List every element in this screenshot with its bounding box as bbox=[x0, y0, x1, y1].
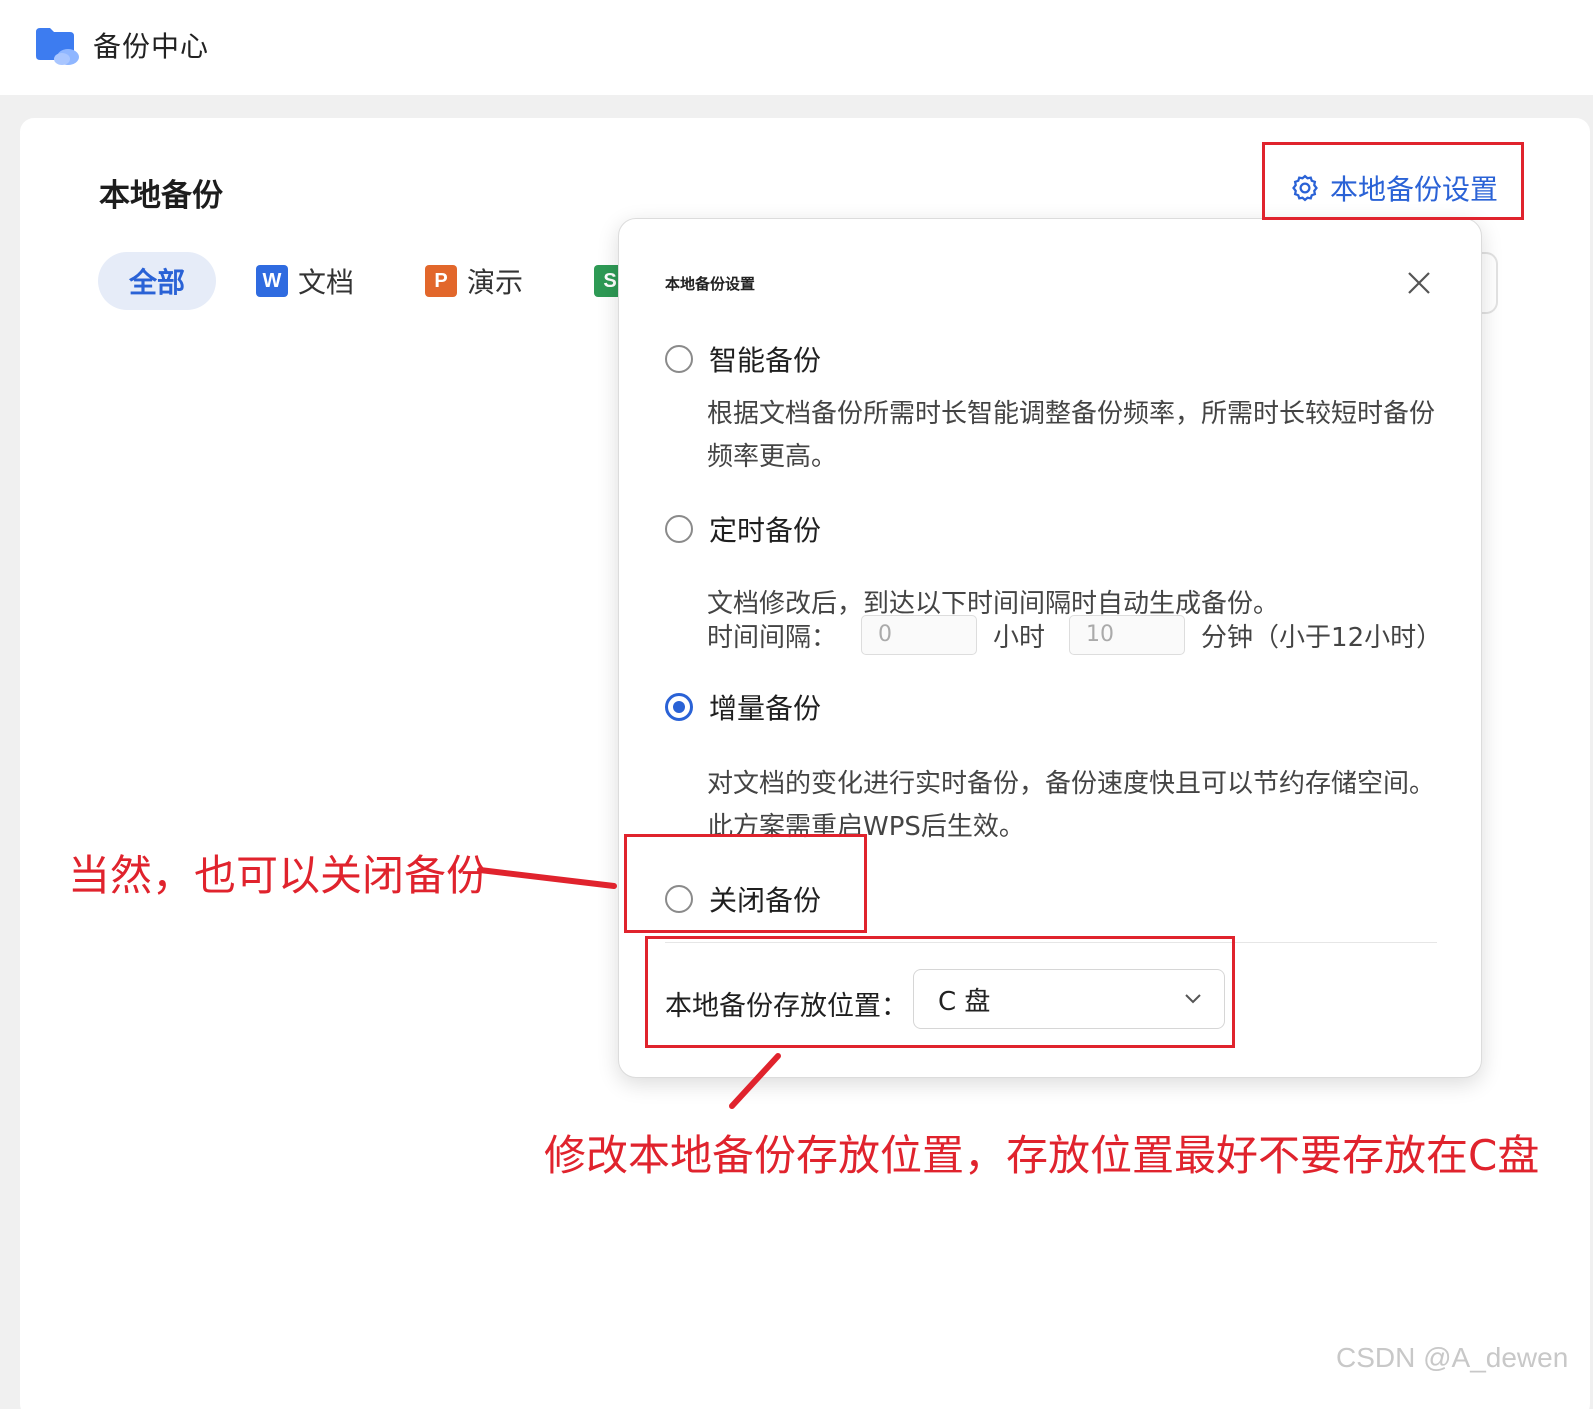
incremental-backup-description: 对文档的变化进行实时备份，备份速度快且可以节约存储空间。此方案需重启WPS后生效… bbox=[707, 769, 1436, 842]
watermark: CSDN @A_dewen bbox=[1336, 1342, 1569, 1373]
option-disable-backup[interactable]: 关闭备份 bbox=[665, 879, 821, 919]
location-select[interactable]: C 盘 bbox=[913, 969, 1225, 1029]
settings-link-label: 本地备份设置 bbox=[1330, 173, 1499, 206]
option-incremental-backup-label: 增量备份 bbox=[709, 692, 822, 725]
hours-input[interactable]: 0 bbox=[861, 615, 978, 655]
tab-presentations-label: 演示 bbox=[467, 266, 524, 299]
radio-incremental-backup[interactable] bbox=[665, 693, 693, 721]
word-icon: W bbox=[256, 265, 288, 297]
top-bar: 备份中心 bbox=[0, 0, 1593, 95]
hours-unit: 小时 bbox=[993, 622, 1046, 653]
tab-all-label: 全部 bbox=[128, 266, 185, 299]
tab-all[interactable]: 全部 bbox=[98, 252, 216, 310]
annotation-close-backup: 当然，也可以关闭备份 bbox=[68, 851, 489, 900]
tab-documents[interactable]: W 文档 bbox=[256, 252, 354, 310]
backup-settings-dialog: 本地备份设置 智能备份 根据文档备份所需时长智能调整备份频率，所需时长较短时备份… bbox=[618, 218, 1482, 1078]
interval-label: 时间间隔： bbox=[707, 622, 838, 653]
minutes-unit: 分钟（小于12小时） bbox=[1201, 622, 1443, 653]
radio-disable-backup[interactable] bbox=[665, 885, 693, 913]
option-smart-backup[interactable]: 智能备份 bbox=[665, 339, 821, 379]
page-title: 本地备份 bbox=[99, 178, 223, 214]
gear-icon bbox=[1292, 174, 1318, 202]
radio-scheduled-backup[interactable] bbox=[665, 515, 693, 543]
location-label: 本地备份存放位置： bbox=[665, 991, 908, 1022]
app-title: 备份中心 bbox=[93, 30, 210, 63]
interval-row: 时间间隔： 0 小时 10 分钟（小于12小时） bbox=[707, 615, 1442, 655]
option-scheduled-backup[interactable]: 定时备份 bbox=[665, 509, 821, 549]
divider bbox=[665, 942, 1437, 943]
folder-cloud-icon bbox=[36, 28, 79, 65]
option-smart-backup-label: 智能备份 bbox=[709, 344, 822, 377]
local-backup-settings-link[interactable]: 本地备份设置 bbox=[1290, 170, 1498, 206]
radio-smart-backup[interactable] bbox=[665, 345, 693, 373]
option-disable-backup-label: 关闭备份 bbox=[709, 884, 822, 917]
tab-presentations[interactable]: P 演示 bbox=[425, 252, 523, 310]
dialog-title: 本地备份设置 bbox=[665, 275, 756, 293]
presentation-icon: P bbox=[425, 265, 457, 297]
minutes-input[interactable]: 10 bbox=[1069, 615, 1186, 655]
smart-backup-description: 根据文档备份所需时长智能调整备份频率，所需时长较短时备份频率更高。 bbox=[707, 399, 1436, 472]
annotation-location: 修改本地备份存放位置，存放位置最好不要存放在C盘 bbox=[544, 1131, 1540, 1180]
option-incremental-backup[interactable]: 增量备份 bbox=[665, 687, 821, 727]
tab-documents-label: 文档 bbox=[298, 266, 355, 299]
option-scheduled-backup-label: 定时备份 bbox=[709, 514, 822, 547]
close-icon[interactable] bbox=[1401, 265, 1437, 301]
location-value: C 盘 bbox=[938, 986, 991, 1017]
chevron-down-icon bbox=[1185, 994, 1201, 1004]
